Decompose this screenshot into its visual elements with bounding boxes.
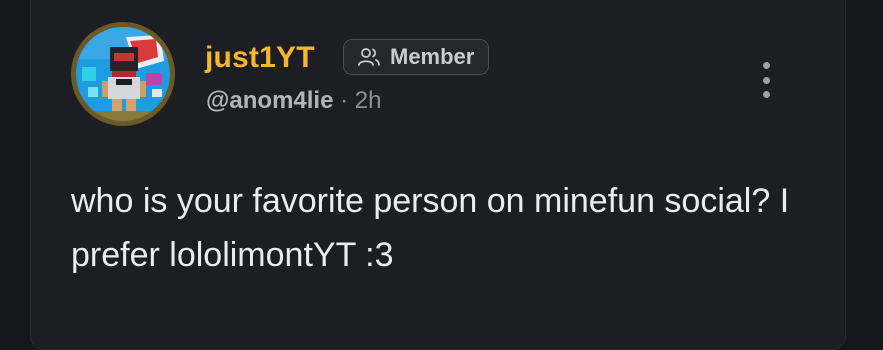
badge-label: Member: [390, 44, 475, 69]
post-body-text: who is your favorite person on minefun s…: [71, 182, 790, 274]
author-handle[interactable]: @anom4lie: [206, 87, 333, 114]
more-vertical-icon-dot: [762, 76, 770, 84]
users-icon: [358, 48, 380, 66]
more-vertical-icon: [762, 62, 770, 69]
post-timestamp: 2h: [354, 87, 382, 114]
more-vertical-icon-dot: [762, 91, 770, 98]
member-badge: Member: [343, 39, 490, 75]
meta-separator: ·: [340, 87, 349, 114]
author-avatar[interactable]: [71, 22, 175, 126]
author-display-name[interactable]: just1YT: [205, 38, 315, 78]
minecraft-skin-avatar-icon: [76, 27, 170, 121]
more-options-button[interactable]: [753, 58, 779, 102]
post-meta: @anom4lie · 2h: [206, 84, 382, 118]
